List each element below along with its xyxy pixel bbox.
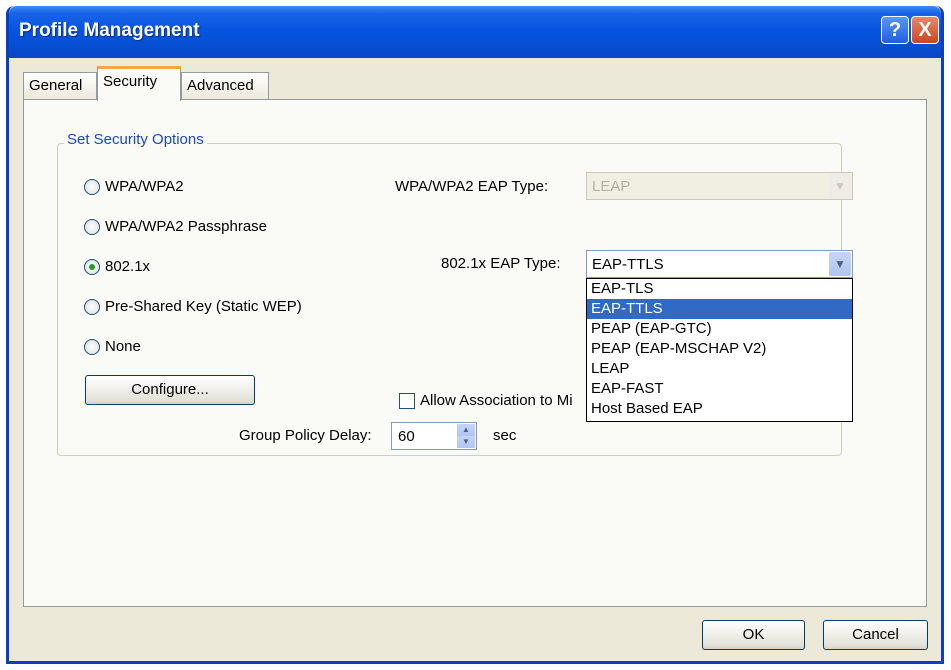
spin-up-icon[interactable]: ▲ [457, 424, 475, 436]
group-policy-delay-value: 60 [398, 428, 415, 445]
window-title: Profile Management [19, 20, 200, 41]
radio-label: WPA/WPA2 [105, 178, 184, 195]
radio-label: 802.1x [105, 258, 151, 275]
profile-management-window: Profile Management ? X General Security … [6, 6, 944, 664]
radio-circle[interactable] [84, 179, 100, 195]
group-policy-unit: sec [493, 427, 517, 444]
chevron-down-icon: ▼ [829, 174, 851, 198]
dropdown-option[interactable]: Host Based EAP [587, 399, 852, 419]
eap-type-select[interactable]: EAP-TTLS ▼ [586, 250, 853, 278]
radio-circle[interactable] [84, 339, 100, 355]
radio-label: Pre-Shared Key (Static WEP) [105, 298, 302, 315]
dropdown-option[interactable]: LEAP [587, 359, 852, 379]
spin-down-icon[interactable]: ▼ [457, 436, 475, 448]
tab-advanced[interactable]: Advanced [181, 72, 269, 100]
title-bar[interactable]: Profile Management ? X [9, 6, 941, 58]
radio-label: WPA/WPA2 Passphrase [105, 218, 267, 235]
tab-general[interactable]: General [23, 72, 97, 100]
dropdown-option[interactable]: PEAP (EAP-GTC) [587, 319, 852, 339]
radio-circle-selected[interactable] [84, 259, 100, 275]
radio-label: None [105, 338, 141, 355]
tab-security[interactable]: Security [97, 66, 181, 101]
dropdown-option[interactable]: EAP-TLS [587, 279, 852, 299]
security-panel: Set Security Options WPA/WPA2 WPA/WPA2 P… [23, 99, 927, 607]
wpa-eap-type-value: LEAP [592, 178, 631, 195]
allow-association-checkbox[interactable] [399, 393, 415, 409]
ok-button[interactable]: OK [702, 620, 805, 650]
allow-association-label: Allow Association to Mi [420, 392, 573, 409]
group-legend: Set Security Options [64, 131, 207, 148]
group-policy-delay-label: Group Policy Delay: [239, 427, 372, 444]
cancel-button[interactable]: Cancel [823, 620, 928, 650]
wpa-eap-type-label: WPA/WPA2 EAP Type: [395, 178, 549, 195]
wpa-eap-type-select: LEAP ▼ [586, 172, 853, 200]
group-policy-delay-spinner[interactable]: 60 ▲ ▼ [391, 422, 477, 450]
eap-type-value: EAP-TTLS [592, 256, 664, 273]
dropdown-option-selected[interactable]: EAP-TTLS [587, 299, 852, 319]
chevron-down-icon[interactable]: ▼ [829, 252, 851, 276]
radio-circle[interactable] [84, 219, 100, 235]
dropdown-option[interactable]: EAP-FAST [587, 379, 852, 399]
help-button[interactable]: ? [881, 16, 909, 44]
eap-type-label: 802.1x EAP Type: [441, 255, 561, 272]
close-button[interactable]: X [911, 16, 939, 44]
eap-type-dropdown-list: EAP-TLS EAP-TTLS PEAP (EAP-GTC) PEAP (EA… [586, 278, 853, 422]
radio-circle[interactable] [84, 299, 100, 315]
configure-button[interactable]: Configure... [85, 375, 255, 405]
dropdown-option[interactable]: PEAP (EAP-MSCHAP V2) [587, 339, 852, 359]
